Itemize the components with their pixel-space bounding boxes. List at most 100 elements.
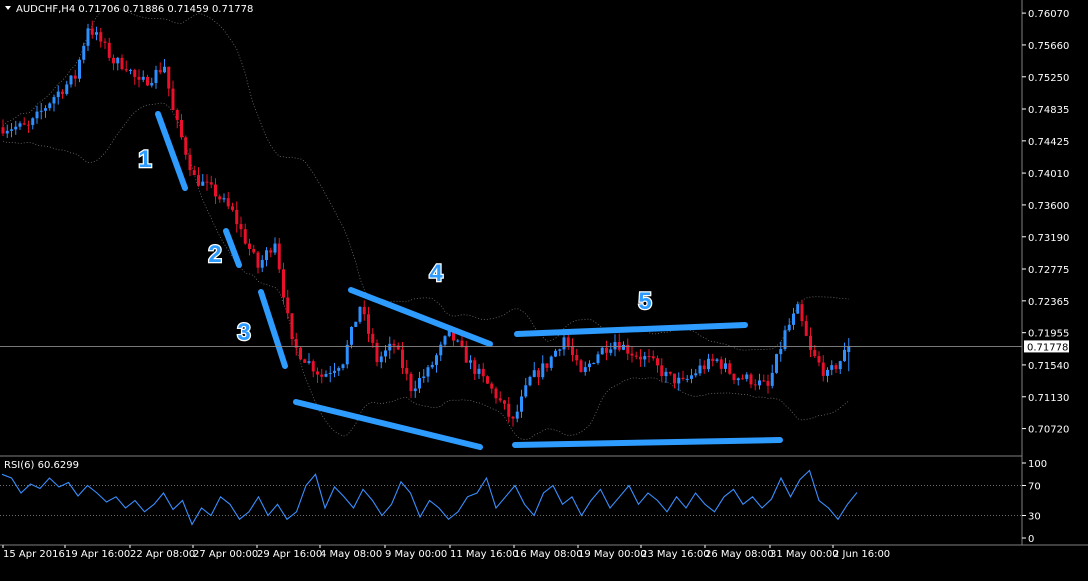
y-tick-label: 0.70720 — [1028, 425, 1069, 436]
candle-body — [328, 372, 332, 374]
candle-body — [260, 259, 264, 268]
candle-body — [690, 375, 693, 379]
annotation-label-1: 1 — [138, 146, 151, 173]
candle-body — [248, 243, 251, 249]
candle-body — [583, 367, 587, 373]
candle-body — [830, 365, 834, 370]
candle-body — [286, 297, 290, 314]
candle-body — [592, 363, 596, 365]
x-tick-label: 31 May 00:00 — [770, 549, 839, 560]
candle-body — [158, 69, 162, 73]
candle-body — [31, 118, 35, 125]
candle-body — [834, 365, 838, 370]
candle-body — [817, 356, 821, 363]
candle-body — [549, 356, 553, 368]
candle-body — [711, 358, 715, 361]
candle-body — [821, 362, 825, 376]
candle-body — [588, 363, 591, 368]
candle-body — [252, 248, 256, 253]
x-tick-label: 22 Apr 08:00 — [130, 549, 195, 560]
x-tick-label: 19 May 00:00 — [578, 549, 647, 560]
candle-body — [520, 396, 523, 412]
candle-body — [392, 343, 396, 346]
candle-body — [677, 377, 681, 384]
candle-body — [78, 59, 81, 79]
candle-body — [702, 365, 706, 370]
candle-body — [141, 76, 145, 80]
candle-body — [481, 368, 485, 377]
candle-body — [673, 373, 676, 384]
candle-body — [90, 28, 94, 35]
candle — [528, 375, 532, 387]
candle-body — [239, 224, 243, 230]
candle-body — [685, 378, 689, 380]
candle-body — [311, 361, 315, 372]
candle-body — [804, 321, 808, 336]
candle-body — [554, 350, 557, 357]
candle-body — [14, 126, 18, 130]
candle-body — [728, 363, 732, 374]
candle-body — [724, 363, 727, 369]
chart-canvas: 1 2 3 4 5 0.76070 0.75660 0.75250 0.74835 0.7442… — [0, 0, 1088, 581]
candle-body — [418, 377, 421, 389]
candle-body — [371, 333, 375, 343]
x-tick-label: 27 Apr 00:00 — [193, 549, 258, 560]
candle-body — [243, 229, 247, 244]
candle-body — [175, 110, 179, 120]
candle-body — [507, 403, 511, 417]
candle-body — [647, 356, 651, 358]
y-tick-label: 0.71130 — [1028, 393, 1069, 404]
candle-body — [494, 388, 498, 399]
candle-body — [337, 368, 341, 371]
candle-body — [375, 342, 379, 363]
candle-body — [668, 371, 672, 374]
candle-body — [524, 385, 528, 397]
candle-body — [107, 42, 111, 58]
candle-body — [511, 416, 515, 419]
rsi-tick-label: 70 — [1028, 482, 1041, 493]
candle-body — [86, 28, 90, 46]
candle-body — [137, 76, 141, 80]
candle-body — [630, 353, 634, 356]
candle-body — [218, 196, 222, 200]
candle-body — [456, 340, 460, 342]
candle-body — [324, 373, 328, 377]
candle-body — [188, 154, 192, 171]
candle-body — [473, 360, 477, 374]
candle-body — [299, 347, 302, 360]
y-tick-label: 0.73190 — [1028, 233, 1069, 244]
candle-body — [5, 130, 9, 134]
annotation-label-2: 2 — [208, 241, 221, 268]
candle — [358, 306, 362, 324]
rsi-tick-label: 0 — [1028, 534, 1034, 545]
candle-body — [430, 364, 434, 368]
candle-body — [634, 355, 638, 357]
candle-body — [367, 314, 370, 334]
candle-body — [146, 76, 149, 86]
x-tick-label: 9 May 00:00 — [385, 549, 447, 560]
candle-body — [460, 340, 464, 347]
candle-body — [205, 181, 209, 183]
candle-body — [192, 170, 196, 176]
y-tick-label: 0.74835 — [1028, 105, 1069, 116]
candle-body — [103, 41, 107, 43]
candle-body — [622, 344, 625, 350]
rsi-tick-label: 30 — [1028, 512, 1041, 523]
candle-body — [27, 124, 30, 126]
candle-body — [10, 129, 13, 131]
candle-body — [498, 398, 502, 401]
y-tick-label: 0.71955 — [1028, 329, 1069, 340]
candle-body — [18, 123, 22, 127]
candle-body — [575, 354, 579, 361]
candle-body — [787, 324, 791, 331]
candle-body — [426, 367, 430, 377]
candle-body — [167, 66, 171, 89]
candle-body — [741, 378, 744, 380]
candle-body — [99, 32, 103, 42]
candle-body — [1, 127, 5, 134]
candle-body — [316, 371, 319, 375]
candle-body — [413, 388, 417, 392]
candle-body — [150, 82, 154, 86]
candle-body — [303, 359, 307, 363]
y-tick-label: 0.74425 — [1028, 137, 1069, 148]
